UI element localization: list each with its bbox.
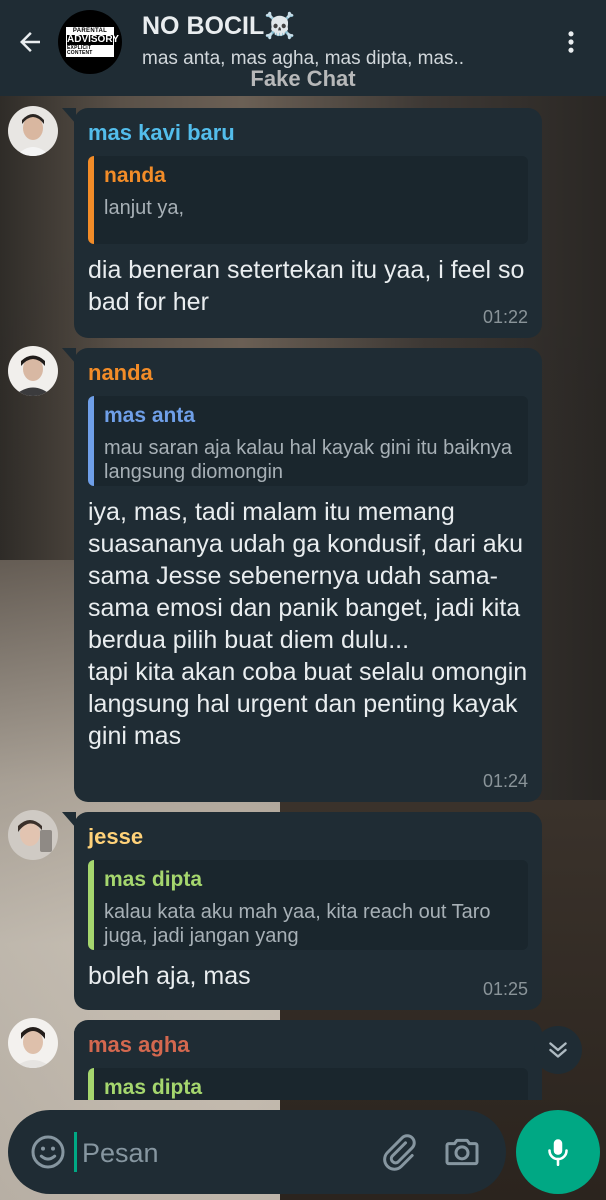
sender-name[interactable]: mas agha xyxy=(88,1032,528,1058)
avatar[interactable] xyxy=(8,1018,58,1068)
parental-advisory-logo: PARENTAL ADVISORY EXPLICIT CONTENT xyxy=(66,27,119,57)
quoted-sender: mas anta xyxy=(104,404,196,427)
message-input-bar xyxy=(8,1110,506,1194)
more-vert-icon xyxy=(568,31,574,53)
message-bubble[interactable]: mas kavi baru nanda lanjut ya, dia bener… xyxy=(62,108,542,338)
attach-button[interactable] xyxy=(378,1132,418,1172)
camera-button[interactable] xyxy=(442,1132,482,1172)
sender-name[interactable]: jesse xyxy=(88,824,528,850)
emoji-icon xyxy=(31,1135,65,1169)
message-time: 01:24 xyxy=(482,771,528,791)
quoted-message[interactable]: mas dipta xyxy=(88,1068,528,1100)
message-text: iya, mas, tadi malam itu memang suasanan… xyxy=(88,498,528,750)
message-time: 01:22 xyxy=(482,307,528,327)
menu-button[interactable] xyxy=(554,22,588,62)
fake-chat-watermark: Fake Chat xyxy=(250,66,356,91)
mic-button[interactable] xyxy=(516,1110,600,1194)
group-avatar[interactable]: PARENTAL ADVISORY EXPLICIT CONTENT xyxy=(58,10,122,74)
quoted-sender: nanda xyxy=(104,164,166,187)
back-button[interactable] xyxy=(10,22,50,62)
chat-title[interactable]: NO BOCIL☠️ xyxy=(142,12,295,41)
sender-name[interactable]: mas kavi baru xyxy=(88,120,528,146)
message-text: dia beneran setertekan itu yaa, i feel s… xyxy=(88,256,525,316)
message-bubble[interactable]: nanda mas anta mau saran aja kalau hal k… xyxy=(62,348,542,802)
bubble-tail xyxy=(62,108,76,124)
quoted-message[interactable]: nanda lanjut ya, xyxy=(88,156,528,244)
avatar[interactable] xyxy=(8,810,58,860)
paperclip-icon xyxy=(383,1134,416,1171)
sender-name[interactable]: nanda xyxy=(88,360,528,386)
scroll-down-button[interactable] xyxy=(534,1026,582,1074)
quoted-sender: mas dipta xyxy=(104,1076,203,1099)
quoted-sender: mas dipta xyxy=(104,868,203,891)
double-chevron-down-icon xyxy=(549,1042,567,1058)
message-input[interactable] xyxy=(80,1132,364,1174)
message-time: 01:25 xyxy=(482,979,528,999)
message-bubble[interactable]: mas agha mas dipta xyxy=(74,1020,542,1100)
quoted-text: lanjut ya, xyxy=(104,197,185,219)
message-text: boleh aja, mas xyxy=(88,962,251,990)
message-bubble[interactable]: jesse mas dipta kalau kata aku mah yaa, … xyxy=(62,812,542,1010)
text-cursor xyxy=(74,1132,77,1172)
arrow-left-icon xyxy=(20,32,40,52)
bubble-tail xyxy=(62,812,76,828)
quoted-text: mau saran aja kalau hal kayak gini itu b… xyxy=(104,437,513,483)
mic-icon xyxy=(548,1139,568,1167)
avatar[interactable] xyxy=(8,346,58,396)
quoted-text: kalau kata aku mah yaa, kita reach out T… xyxy=(104,901,491,947)
bubble-tail xyxy=(74,1020,76,1036)
avatar[interactable] xyxy=(8,106,58,156)
quoted-message[interactable]: mas anta mau saran aja kalau hal kayak g… xyxy=(88,396,528,486)
camera-icon xyxy=(445,1138,479,1166)
emoji-button[interactable] xyxy=(28,1132,68,1172)
quoted-message[interactable]: mas dipta kalau kata aku mah yaa, kita r… xyxy=(88,860,528,950)
bubble-tail xyxy=(62,348,76,364)
